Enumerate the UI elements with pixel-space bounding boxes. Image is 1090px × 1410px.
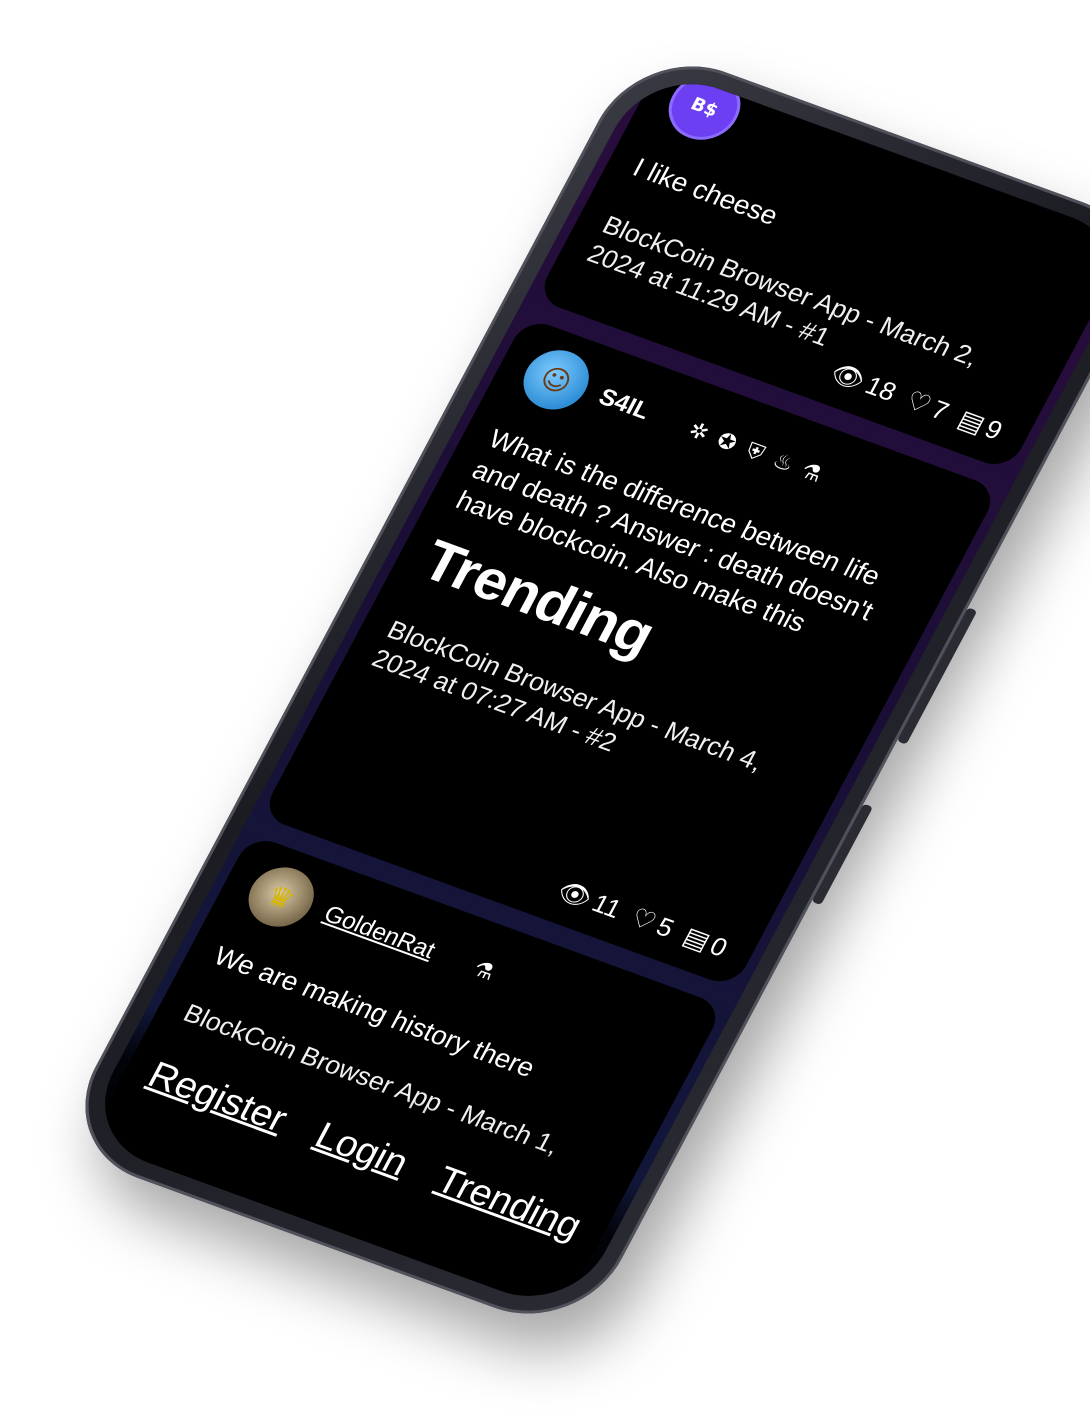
username[interactable]: GoldenRat — [319, 901, 440, 965]
user-badges: ✲ ✪ ⛨ ♨ ⚗ — [682, 417, 829, 489]
likes-stat[interactable]: ♡ 5 — [625, 902, 679, 944]
login-link[interactable]: Login — [308, 1115, 415, 1185]
phone-frame: B$ I like cheese BlockCoin Browser App -… — [52, 41, 1090, 1339]
canvas: B$ I like cheese BlockCoin Browser App -… — [0, 0, 1090, 1410]
badge-icon: ⛨ — [741, 438, 769, 467]
phone-screen: B$ I like cheese BlockCoin Browser App -… — [78, 63, 1090, 1317]
username[interactable]: S4IL — [594, 383, 654, 425]
register-link[interactable]: Register — [141, 1054, 294, 1141]
badge-icon: ✲ — [684, 417, 714, 447]
avatar[interactable]: ♛ — [237, 858, 326, 936]
comments-stat[interactable]: ▤ 0 — [678, 921, 733, 963]
views-stat: 👁 11 — [552, 875, 626, 925]
user-badges: ⚗ — [467, 956, 501, 986]
badge-icon: ⚗ — [468, 956, 500, 986]
trending-link[interactable]: Trending — [429, 1159, 589, 1248]
badge-icon: ✪ — [712, 427, 742, 457]
avatar[interactable]: ☺ — [512, 341, 601, 419]
avatar[interactable]: B$ — [656, 65, 753, 150]
badge-icon: ♨ — [768, 448, 799, 478]
post-stats: 👁 11 ♡ 5 ▤ 0 — [552, 875, 733, 963]
badge-icon: ⚗ — [796, 458, 827, 488]
